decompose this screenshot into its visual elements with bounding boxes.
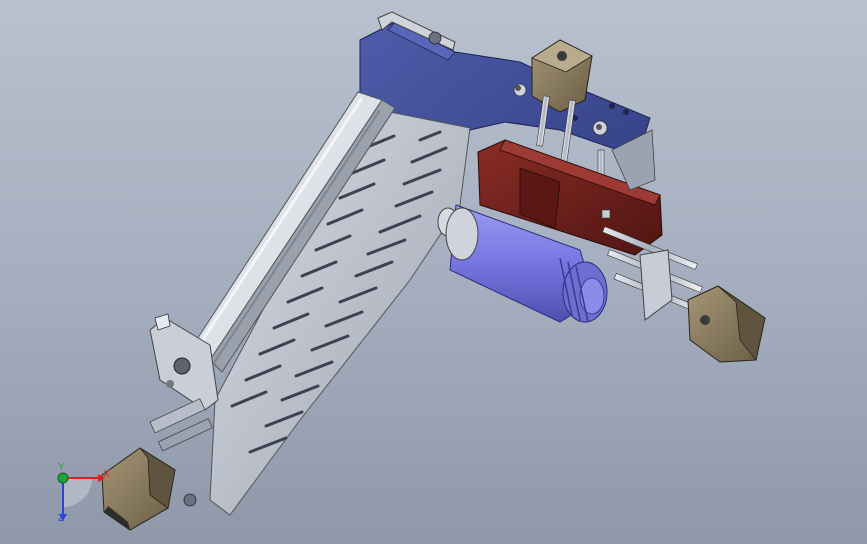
y-axis-marker [57,472,69,484]
triad-origin-quadrant [63,478,92,507]
cnc-arm-model[interactable] [0,0,867,544]
y-axis-label: Y [58,462,65,473]
x-axis-label: X [103,469,110,480]
lower-stepper-motor[interactable] [101,398,214,531]
coordinate-triad: X Y Z [48,462,118,532]
cad-viewport[interactable]: X Y Z [0,0,867,544]
z-axis-label: Z [58,513,65,524]
